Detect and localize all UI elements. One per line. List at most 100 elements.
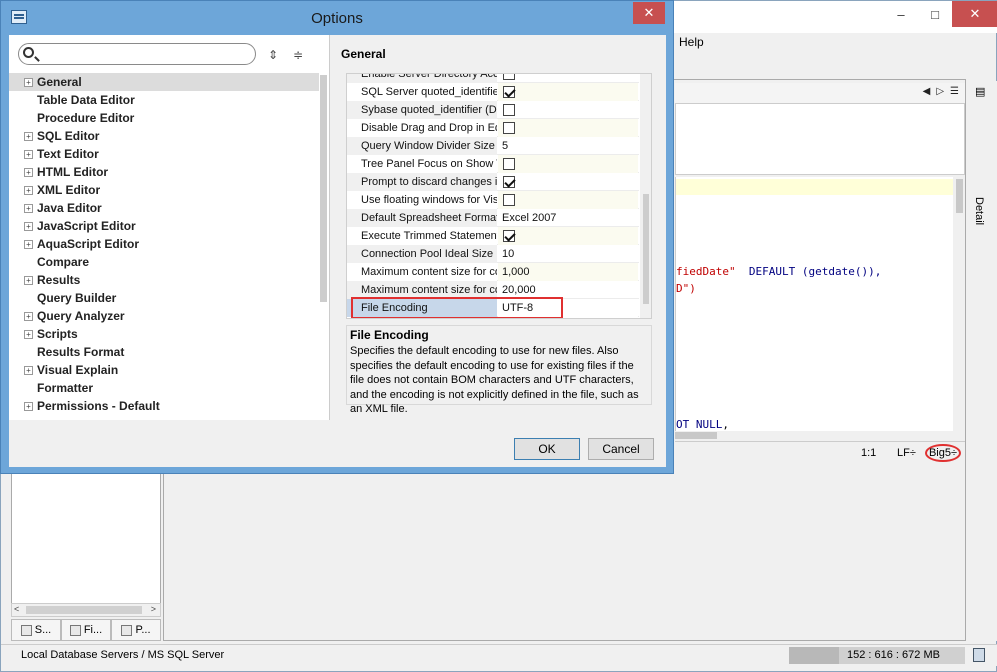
options-tree-pane: ⇕ ≑ + General Table Data Editor Procedure E… (9, 35, 330, 420)
collapse-all-icon[interactable]: ≑ (290, 47, 306, 63)
property-row[interactable]: Execute Trimmed Statement ... (347, 227, 639, 245)
files-icon (69, 624, 81, 636)
property-row[interactable]: Disable Drag and Drop in Editor (347, 119, 639, 137)
trash-icon[interactable] (973, 648, 985, 662)
options-search[interactable] (18, 43, 256, 65)
tree-item-aquascript-editor[interactable]: + AquaScript Editor (9, 235, 319, 253)
tree-item-results[interactable]: + Results (9, 271, 319, 289)
tab-prev-icon[interactable]: ◀ (923, 86, 931, 97)
property-checkbox[interactable] (503, 104, 515, 116)
expand-icon[interactable]: + (24, 330, 33, 339)
property-checkbox[interactable] (503, 194, 515, 206)
tree-item-formatter[interactable]: Formatter (9, 379, 319, 397)
tree-item-xml-editor[interactable]: + XML Editor (9, 181, 319, 199)
expand-icon[interactable]: + (24, 222, 33, 231)
expand-icon[interactable]: + (24, 366, 33, 375)
tree-item-query-analyzer[interactable]: + Query Analyzer (9, 307, 319, 325)
left-navigation-panel (11, 473, 161, 605)
property-row[interactable]: Sybase quoted_identifier (D... (347, 101, 639, 119)
property-row[interactable]: Tree Panel Focus on Show T... (347, 155, 639, 173)
tree-item-sql-editor[interactable]: + SQL Editor (9, 127, 319, 145)
expand-icon[interactable]: + (24, 132, 33, 141)
code-line: fiedDate" DEFAULT (getdate()), (676, 265, 882, 278)
property-row[interactable]: Prompt to discard changes in... (347, 173, 639, 191)
tree-item-label: General (37, 75, 82, 89)
app-close-button[interactable]: ✕ (952, 1, 997, 27)
tab-next-icon[interactable]: ▷ (936, 86, 944, 97)
property-checkbox[interactable] (503, 158, 515, 170)
expand-icon[interactable]: + (24, 78, 33, 87)
sql-editor[interactable]: fiedDate" DEFAULT (getdate()), D") OT NU… (675, 177, 965, 439)
detail-panel-icon[interactable]: ▤ (975, 85, 985, 98)
maximize-button[interactable]: □ (918, 1, 952, 27)
tree-scrollbar[interactable] (318, 75, 328, 302)
tree-item-label: XML Editor (37, 183, 101, 197)
minimize-button[interactable]: – (884, 1, 918, 27)
scroll-right-icon[interactable]: > (151, 604, 156, 614)
property-checkbox[interactable] (503, 176, 515, 188)
expand-icon[interactable]: + (24, 312, 33, 321)
property-row[interactable]: Connection Pool Ideal Size 10 (347, 245, 639, 263)
tab-files[interactable]: Fi... (61, 619, 111, 641)
property-value[interactable]: Excel 2007 (498, 209, 638, 227)
tree-item-permissions-default[interactable]: + Permissions - Default (9, 397, 319, 415)
property-checkbox[interactable] (503, 230, 515, 242)
tree-item-visual-explain[interactable]: + Visual Explain (9, 361, 319, 379)
cancel-button[interactable]: Cancel (588, 438, 654, 460)
ok-button[interactable]: OK (514, 438, 580, 460)
search-input[interactable] (41, 46, 251, 62)
tree-item-query-builder[interactable]: Query Builder (9, 289, 319, 307)
property-row[interactable]: Maximum content size for co... 1,000 (347, 263, 639, 281)
menu-help[interactable]: Help (671, 31, 712, 53)
property-row[interactable]: Default Spreadsheet Format Excel 2007 (347, 209, 639, 227)
property-grid-scrollbar[interactable] (640, 74, 651, 318)
options-dialog: Options ✕ ⇕ ≑ + General Table Data Editor P… (0, 0, 674, 474)
expand-icon[interactable]: + (24, 204, 33, 213)
scroll-left-icon[interactable]: < (14, 604, 19, 614)
property-row[interactable]: Query Window Divider Size 5 (347, 137, 639, 155)
tab-servers[interactable]: S... (11, 619, 61, 641)
expand-all-icon[interactable]: ⇕ (265, 47, 281, 63)
tree-item-label: HTML Editor (37, 165, 109, 179)
tree-item-html-editor[interactable]: + HTML Editor (9, 163, 319, 181)
property-checkbox[interactable] (503, 74, 515, 80)
tree-item-general[interactable]: + General (9, 73, 319, 91)
tree-item-label: Query Builder (37, 291, 117, 305)
tree-item-procedure-editor[interactable]: Procedure Editor (9, 109, 319, 127)
tree-item-java-editor[interactable]: + Java Editor (9, 199, 319, 217)
expand-icon[interactable]: + (24, 150, 33, 159)
tree-item-table-data-editor[interactable]: Table Data Editor (9, 91, 319, 109)
tab-list-icon[interactable]: ☰ (950, 86, 959, 97)
expand-icon[interactable]: + (24, 276, 33, 285)
editor-horizontal-scrollbar[interactable] (675, 431, 955, 440)
left-panel-scrollbar[interactable]: < > (11, 603, 161, 617)
tree-item-text-editor[interactable]: + Text Editor (9, 145, 319, 163)
description-title: File Encoding (350, 328, 429, 342)
expand-icon[interactable]: + (24, 186, 33, 195)
property-row[interactable]: Use floating windows for Vis... (347, 191, 639, 209)
property-value[interactable]: 10 (498, 245, 638, 263)
expand-icon[interactable]: + (24, 402, 33, 411)
expand-icon[interactable]: + (24, 168, 33, 177)
property-row[interactable]: SQL Server quoted_identifier (347, 83, 639, 101)
tree-item-label: Scripts (37, 327, 78, 341)
expand-icon[interactable]: + (24, 240, 33, 249)
tree-item-results-format[interactable]: Results Format (9, 343, 319, 361)
tree-item-compare[interactable]: Compare (9, 253, 319, 271)
property-value[interactable]: 5 (498, 137, 638, 155)
property-checkbox[interactable] (503, 86, 515, 98)
tree-item-scripts[interactable]: + Scripts (9, 325, 319, 343)
property-value (498, 173, 638, 191)
editor-vertical-scrollbar[interactable] (953, 177, 965, 439)
tree-item-javascript-editor[interactable]: + JavaScript Editor (9, 217, 319, 235)
tree-item-label: Table Data Editor (37, 93, 135, 107)
code-line: D") (676, 282, 696, 295)
property-row[interactable]: Enable Server Directory Access (347, 74, 639, 83)
detail-tab[interactable]: Detail (973, 197, 985, 225)
property-value[interactable]: 1,000 (498, 263, 638, 281)
encoding-selector[interactable]: Big5÷ (925, 444, 961, 462)
dialog-close-button[interactable]: ✕ (633, 2, 665, 24)
line-ending-selector[interactable]: LF÷ (897, 447, 916, 459)
tab-projects[interactable]: P... (111, 619, 161, 641)
property-checkbox[interactable] (503, 122, 515, 134)
